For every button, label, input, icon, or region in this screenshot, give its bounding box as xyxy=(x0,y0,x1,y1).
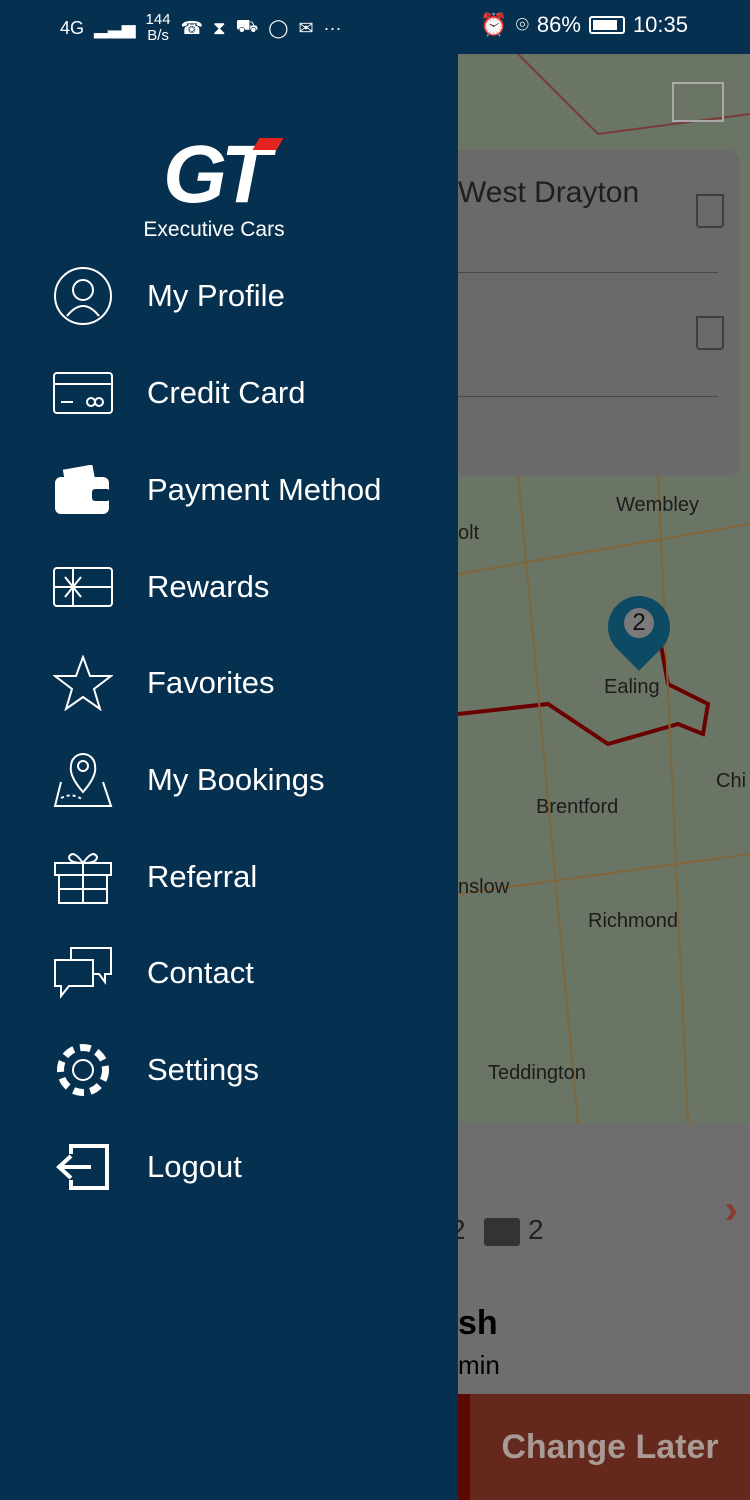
pickup-address[interactable]: West Drayton xyxy=(458,176,678,210)
menu-item-rewards[interactable]: Rewards xyxy=(0,547,458,627)
logout-icon xyxy=(52,1136,114,1198)
net-speed-unit: B/s xyxy=(147,27,169,44)
menu-label: Settings xyxy=(147,1052,260,1087)
menu-label: Payment Method xyxy=(147,472,382,507)
menu-item-settings[interactable]: Settings xyxy=(0,1030,458,1110)
menu-label: My Bookings xyxy=(147,762,325,797)
map-label: Ealing xyxy=(604,676,660,698)
gear-icon xyxy=(52,1039,114,1101)
map-toggle-icon[interactable] xyxy=(672,82,724,122)
map-label: olt xyxy=(458,522,480,544)
menu-item-contact[interactable]: Contact xyxy=(0,933,458,1013)
menu-label: Referral xyxy=(147,859,258,894)
marker-number: 2 xyxy=(624,608,654,638)
menu-label: Contact xyxy=(147,955,254,990)
logo: GT Executive Cars xyxy=(134,134,294,242)
background-screen: Wembley olt Ealing Brentford Chi nslow R… xyxy=(450,54,750,1500)
credit-card-icon xyxy=(52,362,114,424)
route-card: West Drayton xyxy=(458,150,740,476)
signal-bars-icon: ▂▃▅ xyxy=(94,17,136,38)
battery-percent: 86% xyxy=(536,12,581,37)
gift-card-icon xyxy=(52,556,114,618)
map-label: Chi xyxy=(716,770,747,792)
alarm-icon: ⏰ xyxy=(480,12,508,37)
whatsapp-icon: ◯ xyxy=(268,17,289,38)
map-label: Wembley xyxy=(616,494,699,516)
menu-label: Credit Card xyxy=(147,375,306,410)
booking-card: 2 2 › sh min xyxy=(450,1124,750,1394)
net-speed: 144 xyxy=(145,11,171,28)
signal-icon: 4G xyxy=(60,17,85,38)
clock: 10:35 xyxy=(632,12,688,37)
map-label: Richmond xyxy=(588,910,679,932)
map-pin-icon xyxy=(52,749,114,811)
map-label: Teddington xyxy=(488,1062,586,1084)
map-label: Brentford xyxy=(536,796,619,818)
menu-item-payment-method[interactable]: Payment Method xyxy=(0,450,458,530)
menu-label: Rewards xyxy=(147,569,270,604)
hourglass-icon: ⧗ xyxy=(213,17,226,38)
car-icon: ⛟ xyxy=(235,16,259,36)
map-label: nslow xyxy=(458,876,510,898)
gift-icon xyxy=(52,846,114,908)
menu-item-referral[interactable]: Referral xyxy=(0,837,458,917)
location-icon: ⌾ xyxy=(515,12,529,37)
gmail-icon: ✉ xyxy=(298,17,314,38)
battery-icon xyxy=(588,16,625,34)
status-bar: 4G ▂▃▅ 144 B/s ☎ ⧗ ⛟ ◯ ✉ ··· ⏰ ⌾ 86% 10:3… xyxy=(0,0,750,54)
menu-label: Favorites xyxy=(147,665,275,700)
missed-call-icon: ☎ xyxy=(180,17,203,38)
payment-type: sh xyxy=(458,1304,498,1342)
menu-item-logout[interactable]: Logout xyxy=(0,1127,458,1207)
menu-label: My Profile xyxy=(147,278,285,313)
menu-label: Logout xyxy=(147,1149,242,1184)
eta: min xyxy=(458,1350,500,1380)
logo-subtitle: Executive Cars xyxy=(143,218,285,241)
star-icon xyxy=(52,652,114,714)
trash-icon[interactable] xyxy=(696,316,724,350)
menu-item-credit-card[interactable]: Credit Card xyxy=(0,353,458,433)
more-icon: ··· xyxy=(323,17,342,38)
luggage-icon xyxy=(484,1218,520,1246)
navigation-drawer: GT Executive Cars My Profile Credit Card… xyxy=(0,54,458,1500)
menu-item-my-profile[interactable]: My Profile xyxy=(0,256,458,336)
user-circle-icon xyxy=(52,265,114,327)
chat-icon xyxy=(52,942,114,1004)
wallet-icon xyxy=(52,459,114,521)
menu-item-favorites[interactable]: Favorites xyxy=(0,643,458,723)
trash-icon[interactable] xyxy=(696,194,724,228)
chevron-right-icon[interactable]: › xyxy=(725,1188,738,1233)
luggage-count: 2 xyxy=(528,1214,544,1245)
change-later-button[interactable]: Change Later xyxy=(470,1394,750,1500)
menu-item-my-bookings[interactable]: My Bookings xyxy=(0,740,458,820)
